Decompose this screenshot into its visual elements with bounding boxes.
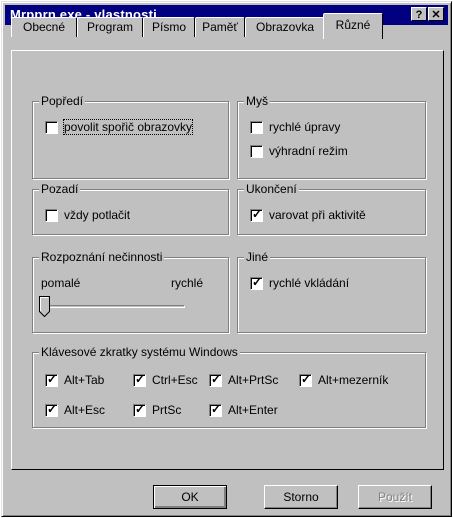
tab-obecne[interactable]: Obecné xyxy=(11,17,77,37)
check-icon: ✓ xyxy=(135,401,146,416)
check-icon: ✓ xyxy=(211,371,222,386)
checkbox-label: Alt+Enter xyxy=(228,403,278,417)
group-pozadi: Pozadí vždy potlačit xyxy=(32,182,229,235)
checkbox-alt-prtsc[interactable]: ✓ Alt+PrtSc xyxy=(209,371,279,387)
slider-track[interactable] xyxy=(45,305,185,308)
checkbox-ctrl-esc[interactable]: ✓ Ctrl+Esc xyxy=(133,371,198,387)
tab-ruzne[interactable]: Různé xyxy=(323,13,383,39)
checkbox-label: vždy potlačit xyxy=(64,208,131,222)
tab-program[interactable]: Program xyxy=(77,17,143,37)
check-icon: ✓ xyxy=(135,371,146,386)
group-mys-label: Myš xyxy=(244,94,270,108)
checkbox-warn-active[interactable]: ✓ varovat při aktivitě xyxy=(250,206,366,222)
checkbox-box[interactable] xyxy=(250,144,263,158)
checkbox-alt-esc[interactable]: ✓ Alt+Esc xyxy=(45,401,106,417)
tab-pamet[interactable]: Paměť xyxy=(195,17,245,37)
check-icon: ✓ xyxy=(211,401,222,416)
checkbox-label: PrtSc xyxy=(152,403,182,417)
group-popredi: Popředí povolit spořič obrazovky xyxy=(32,94,229,179)
tab-pismo[interactable]: Písmo xyxy=(143,17,195,37)
tab-panel: Popředí povolit spořič obrazovky Myš ryc… xyxy=(11,50,444,470)
checkbox-box[interactable]: ✓ xyxy=(209,371,222,387)
checkbox-label: Alt+Tab xyxy=(64,373,105,387)
cancel-button[interactable]: Storno xyxy=(264,485,338,509)
slider-max-label: rychlé xyxy=(171,276,204,290)
slider-min-label: pomalé xyxy=(41,276,81,290)
checkbox-alt-tab[interactable]: ✓ Alt+Tab xyxy=(45,371,105,387)
checkbox-label: povolit spořič obrazovky xyxy=(62,119,194,135)
checkbox-box[interactable]: ✓ xyxy=(45,371,58,387)
group-mys: Myš rychlé úpravy výhradní režim xyxy=(237,94,426,179)
check-icon: ✓ xyxy=(47,401,58,416)
checkbox-label: výhradní režim xyxy=(269,144,348,158)
checkbox-box[interactable]: ✓ xyxy=(133,401,146,417)
close-button[interactable]: ✕ xyxy=(428,7,444,21)
checkbox-box[interactable]: ✓ xyxy=(250,206,263,222)
check-icon: ✓ xyxy=(47,371,58,386)
checkbox-box[interactable]: ✓ xyxy=(250,274,263,290)
group-shortcut-label: Klávesové zkratky systému Windows xyxy=(39,345,240,359)
tab-obrazovka[interactable]: Obrazovka xyxy=(245,17,325,37)
group-ukonceni-label: Ukončení xyxy=(244,182,299,196)
checkbox-box[interactable]: ✓ xyxy=(45,401,58,417)
apply-button[interactable]: Použít xyxy=(358,485,432,509)
group-popredi-label: Popředí xyxy=(39,94,86,108)
group-shortcut-keys: Klávesové zkratky systému Windows ✓ Alt+… xyxy=(32,345,426,428)
checkbox-label: rychlé úpravy xyxy=(269,120,341,134)
checkbox-box[interactable] xyxy=(250,120,263,134)
checkbox-box[interactable]: ✓ xyxy=(209,401,222,417)
check-icon: ✓ xyxy=(301,371,312,386)
checkbox-label: Alt+PrtSc xyxy=(228,373,279,387)
checkbox-always-suspend[interactable]: vždy potlačit xyxy=(45,208,130,222)
group-idle-label: Rozpoznání nečinnosti xyxy=(39,250,165,264)
checkbox-box[interactable]: ✓ xyxy=(133,371,146,387)
checkbox-box[interactable] xyxy=(45,120,58,134)
help-button[interactable]: ? xyxy=(411,7,427,21)
group-jine: Jiné ✓ rychlé vkládání xyxy=(237,250,426,333)
group-ukonceni: Ukončení ✓ varovat při aktivitě xyxy=(237,182,426,235)
properties-dialog: Mrpprn.exe - vlastnosti ? ✕ Obecné Progr… xyxy=(1,1,452,517)
group-jine-label: Jiné xyxy=(244,250,271,264)
checkbox-quick-edit[interactable]: rychlé úpravy xyxy=(250,120,340,134)
checkbox-alt-enter[interactable]: ✓ Alt+Enter xyxy=(209,401,278,417)
checkbox-label: rychlé vkládání xyxy=(269,276,350,290)
checkbox-label: varovat při aktivitě xyxy=(269,208,366,222)
ok-button[interactable]: OK xyxy=(153,485,227,509)
checkbox-quick-paste[interactable]: ✓ rychlé vkládání xyxy=(250,274,350,290)
checkbox-label: Alt+mezerník xyxy=(318,373,389,387)
check-icon: ✓ xyxy=(252,274,263,289)
check-icon: ✓ xyxy=(252,206,263,221)
checkbox-label: Alt+Esc xyxy=(64,403,106,417)
checkbox-screensaver[interactable]: povolit spořič obrazovky xyxy=(45,119,194,135)
checkbox-label: Ctrl+Esc xyxy=(152,373,198,387)
checkbox-box[interactable] xyxy=(45,208,58,222)
checkbox-prtsc[interactable]: ✓ PrtSc xyxy=(133,401,182,417)
group-pozadi-label: Pozadí xyxy=(39,182,81,196)
checkbox-alt-space[interactable]: ✓ Alt+mezerník xyxy=(299,371,389,387)
checkbox-box[interactable]: ✓ xyxy=(299,371,312,387)
checkbox-exclusive-mode[interactable]: výhradní režim xyxy=(250,144,348,158)
slider-thumb[interactable] xyxy=(39,296,51,318)
group-idle-sensitivity: Rozpoznání nečinnosti pomalé rychlé xyxy=(32,250,229,333)
